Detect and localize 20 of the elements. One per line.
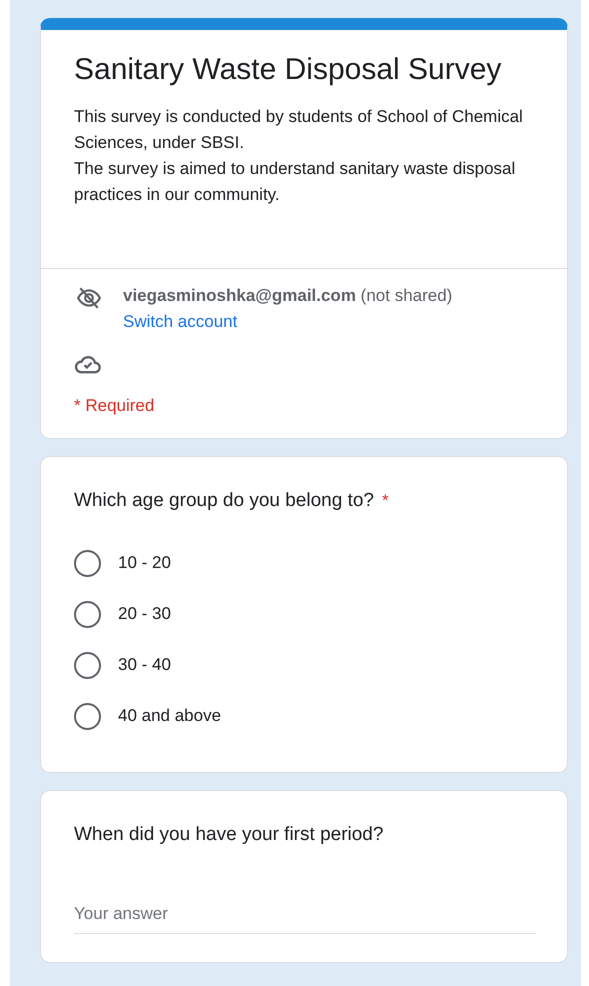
form-title: Sanitary Waste Disposal Survey <box>74 52 502 88</box>
required-note: * Required <box>74 394 156 416</box>
radio-option[interactable]: 30 - 40 <box>74 652 534 678</box>
answer-field[interactable]: Your answer <box>74 897 536 934</box>
radio-button[interactable] <box>74 550 101 576</box>
radio-option[interactable]: 10 - 20 <box>74 550 534 576</box>
cloud-check-icon <box>74 353 102 376</box>
radio-button[interactable] <box>74 652 101 678</box>
eye-slash-icon <box>74 285 104 311</box>
radio-button[interactable] <box>74 600 101 628</box>
account-email: viegasminoshka@gmail.com (not shared) <box>123 285 452 307</box>
radio-option[interactable]: 20 - 30 <box>74 600 534 628</box>
radio-option[interactable]: 40 and above <box>74 702 534 730</box>
radio-button[interactable] <box>74 702 101 730</box>
form-description: The survey is aimed to understand sanitary waste disposal practices in our community. <box>74 158 516 206</box>
question-title: Which age group do you belong to? <box>74 489 374 513</box>
required-asterisk: * <box>382 490 389 512</box>
form-description: This survey is conducted by students of School of Chemical Sciences, under SBSI. <box>74 106 524 154</box>
switch-account-link[interactable]: Switch account <box>123 312 238 330</box>
question-title: When did you have your first period? <box>74 822 384 846</box>
